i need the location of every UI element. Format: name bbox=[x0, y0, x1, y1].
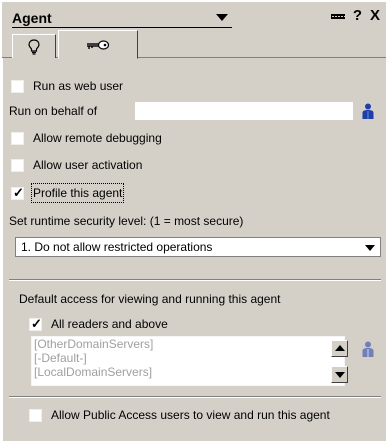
access-picker-button[interactable] bbox=[359, 340, 377, 358]
default-access-row: Default access for viewing and running t… bbox=[19, 288, 281, 310]
close-button[interactable]: X bbox=[370, 8, 380, 24]
person-picker-button[interactable] bbox=[359, 102, 377, 120]
run-as-web-user-option[interactable]: Run as web user bbox=[11, 75, 123, 97]
list-item[interactable]: [OtherDomainServers] bbox=[32, 337, 344, 351]
run-on-behalf-input[interactable] bbox=[135, 102, 353, 120]
public-access-label: Allow Public Access users to view and ru… bbox=[51, 408, 330, 422]
divider bbox=[9, 396, 381, 398]
scroll-up-button[interactable] bbox=[331, 340, 348, 357]
profile-agent-label: Profile this agent bbox=[30, 183, 125, 203]
tab-security[interactable] bbox=[58, 30, 138, 59]
chevron-down-icon bbox=[216, 14, 228, 21]
properties-type-dropdown[interactable]: Agent bbox=[12, 10, 232, 28]
agent-properties-window: Agent ? X Run as web user Run on behalf … bbox=[0, 0, 388, 441]
person-icon bbox=[362, 103, 374, 119]
default-access-label: Default access for viewing and running t… bbox=[19, 292, 281, 306]
security-level-value: 1. Do not allow restricted operations bbox=[21, 240, 213, 254]
profile-agent-checkbox[interactable] bbox=[11, 185, 24, 201]
profile-agent-option[interactable]: Profile this agent bbox=[11, 182, 125, 204]
help-button[interactable]: ? bbox=[353, 8, 362, 24]
scroll-down-button[interactable] bbox=[331, 366, 348, 383]
access-list[interactable]: [OtherDomainServers] [-Default-] [LocalD… bbox=[31, 336, 345, 386]
divider bbox=[9, 279, 381, 281]
security-level-label: Set runtime security level: (1 = most se… bbox=[9, 214, 244, 228]
list-item[interactable]: [LocalDomainServers] bbox=[32, 365, 344, 379]
run-on-behalf-row: Run on behalf of bbox=[9, 100, 97, 122]
run-on-behalf-label: Run on behalf of bbox=[9, 104, 98, 118]
security-panel: Run as web user Run on behalf of Allow r… bbox=[2, 58, 386, 441]
list-item[interactable]: [-Default-] bbox=[32, 351, 344, 365]
dock-icon[interactable] bbox=[330, 13, 345, 19]
arrow-down-icon bbox=[335, 372, 345, 378]
allow-user-activation-checkbox[interactable] bbox=[11, 158, 24, 172]
allow-user-activation-label: Allow user activation bbox=[33, 158, 143, 172]
security-level-row: Set runtime security level: (1 = most se… bbox=[9, 210, 243, 232]
allow-user-activation-option[interactable]: Allow user activation bbox=[11, 154, 142, 176]
lightbulb-icon bbox=[28, 38, 40, 55]
all-readers-label: All readers and above bbox=[51, 317, 168, 331]
tab-strip bbox=[2, 28, 386, 59]
chevron-down-icon bbox=[365, 245, 375, 251]
security-level-select[interactable]: 1. Do not allow restricted operations bbox=[15, 237, 381, 257]
public-access-option[interactable]: Allow Public Access users to view and ru… bbox=[29, 404, 330, 426]
allow-remote-debugging-option[interactable]: Allow remote debugging bbox=[11, 127, 162, 149]
allow-remote-debugging-label: Allow remote debugging bbox=[33, 131, 162, 145]
all-readers-checkbox[interactable] bbox=[29, 316, 42, 332]
title-bar: Agent ? X bbox=[2, 2, 386, 28]
tab-basics[interactable] bbox=[12, 34, 56, 58]
run-as-web-user-label: Run as web user bbox=[33, 79, 124, 93]
run-as-web-user-checkbox[interactable] bbox=[11, 79, 24, 93]
key-icon bbox=[87, 39, 110, 50]
arrow-up-icon bbox=[335, 345, 345, 351]
window-title: Agent bbox=[12, 10, 52, 26]
allow-remote-debugging-checkbox[interactable] bbox=[11, 131, 24, 145]
public-access-checkbox[interactable] bbox=[29, 408, 42, 422]
all-readers-option[interactable]: All readers and above bbox=[29, 313, 168, 335]
person-icon bbox=[362, 341, 374, 357]
